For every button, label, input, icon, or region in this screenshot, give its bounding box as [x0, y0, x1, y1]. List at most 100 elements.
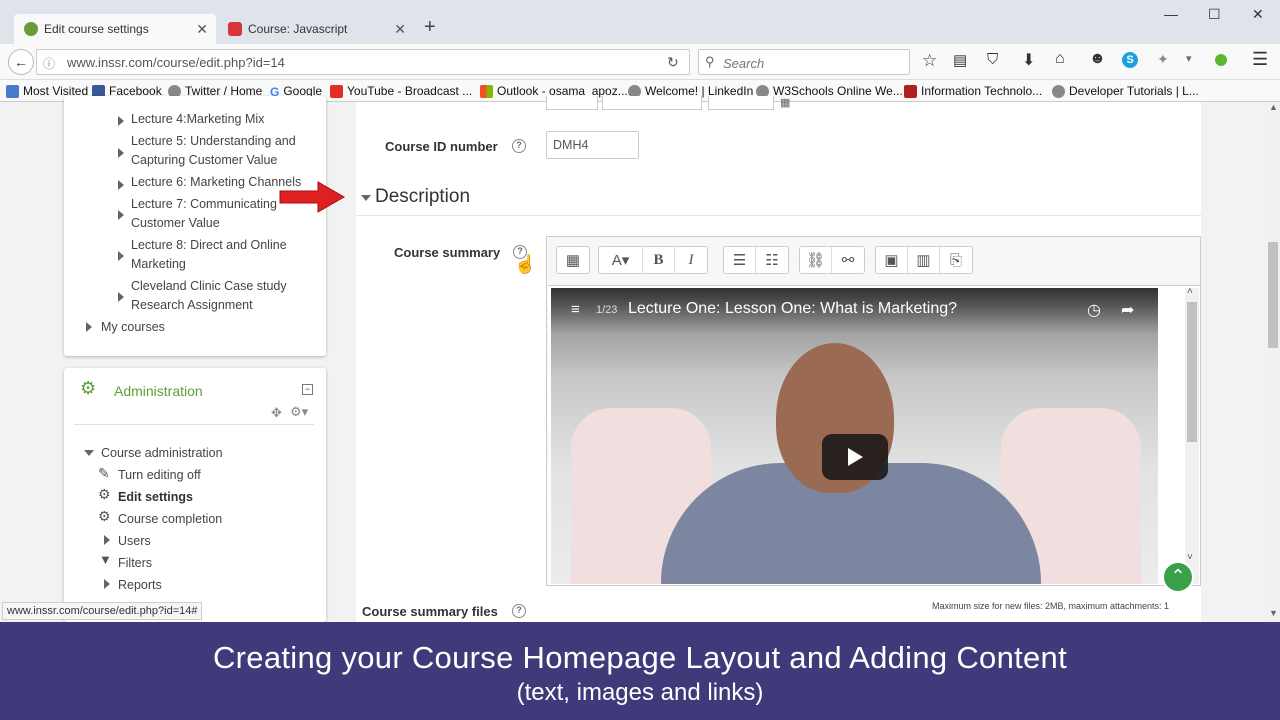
chat-icon[interactable]: ☻: [1089, 50, 1106, 68]
pocket-icon[interactable]: ⛉: [987, 51, 998, 68]
expand-icon[interactable]: [86, 322, 92, 332]
expand-icon[interactable]: [118, 180, 124, 190]
bookmark-w3schools[interactable]: W3Schools Online We...: [756, 84, 903, 98]
text-format-group: A▾ B I: [598, 246, 708, 274]
tab-course-javascript[interactable]: Course: Javascript ✕: [218, 14, 414, 44]
italic-icon[interactable]: I: [675, 247, 707, 273]
share-icon[interactable]: ➦: [1121, 300, 1134, 320]
users-link[interactable]: Users: [118, 532, 151, 551]
scroll-up-icon[interactable]: ▲: [1269, 102, 1278, 112]
home-icon[interactable]: ⌂: [1055, 50, 1065, 68]
paragraph-style-icon[interactable]: A▾: [599, 247, 643, 273]
url-bar[interactable]: ⓘ www.inssr.com/course/edit.php?id=14 ↻: [36, 49, 690, 75]
maximize-icon[interactable]: ☐: [1208, 6, 1221, 23]
edit-settings-link[interactable]: Edit settings: [118, 488, 193, 507]
settings-menu-icon[interactable]: ⚙▾: [290, 404, 308, 420]
scroll-up-icon[interactable]: ˄: [1187, 286, 1193, 297]
new-tab-button[interactable]: +: [424, 16, 436, 39]
lecture-link[interactable]: Lecture 7: Communicating Customer Value: [131, 195, 281, 233]
scrollbar-thumb[interactable]: [1268, 242, 1278, 348]
bookmark-star-icon[interactable]: ☆: [922, 51, 937, 71]
expand-icon[interactable]: [118, 210, 124, 220]
close-window-icon[interactable]: ✕: [1252, 6, 1264, 23]
red-arrow-icon: [279, 181, 346, 213]
turn-editing-off-link[interactable]: Turn editing off: [118, 466, 201, 485]
youtube-icon: [330, 84, 343, 98]
collapse-section-icon[interactable]: [361, 195, 371, 201]
embedded-video[interactable]: ≡ 1/23 Lecture One: Lesson One: What is …: [551, 288, 1158, 584]
description-header[interactable]: Description: [375, 186, 470, 208]
collapse-icon[interactable]: [84, 450, 94, 456]
expand-icon[interactable]: [118, 292, 124, 302]
bullet-list-icon[interactable]: ☰: [724, 247, 756, 273]
course-administration-link[interactable]: Course administration: [101, 444, 223, 463]
help-icon[interactable]: ?: [512, 604, 526, 618]
tab-bar: Edit course settings ✕ Course: Javascrip…: [0, 0, 1280, 44]
back-to-top-icon[interactable]: ⌃: [1162, 561, 1194, 593]
reading-list-icon[interactable]: ▤: [953, 51, 967, 69]
close-tab-icon[interactable]: ✕: [394, 21, 406, 38]
media-icon[interactable]: ▥: [908, 247, 940, 273]
play-button[interactable]: [822, 434, 888, 480]
expand-icon[interactable]: [104, 579, 110, 589]
manage-files-icon[interactable]: ⎘: [940, 247, 972, 273]
reports-link[interactable]: Reports: [118, 576, 162, 595]
scroll-down-icon[interactable]: ▼: [1269, 608, 1278, 618]
bookmark-developer-tutorials[interactable]: Developer Tutorials | L...: [1052, 84, 1199, 98]
tab-edit-course-settings[interactable]: Edit course settings ✕: [14, 14, 216, 44]
playlist-icon[interactable]: ≡: [571, 301, 580, 318]
link-icon[interactable]: ⛓: [800, 247, 832, 273]
watch-later-icon[interactable]: ◷: [1087, 300, 1101, 320]
toolbar-toggle-icon[interactable]: ▦: [557, 247, 589, 273]
start-day-select[interactable]: [546, 96, 598, 110]
help-icon[interactable]: ?: [512, 139, 526, 153]
bookmark-youtube[interactable]: YouTube - Broadcast ...: [330, 84, 472, 98]
page-scrollbar[interactable]: ▲ ▼: [1266, 102, 1280, 622]
gears-icon: ⚙: [80, 378, 97, 398]
lecture-link[interactable]: Lecture 5: Understanding and Capturing C…: [131, 132, 321, 170]
extension-icon[interactable]: ✦: [1157, 51, 1169, 68]
course-id-label: Course ID number: [385, 139, 498, 154]
toolbar-toggle-group: ▦: [556, 246, 590, 274]
chevron-down-icon[interactable]: ▾: [1186, 52, 1192, 65]
info-icon[interactable]: ⓘ: [43, 55, 55, 72]
numbered-list-icon[interactable]: ☷: [756, 247, 788, 273]
unlink-icon[interactable]: ⚯: [832, 247, 864, 273]
expand-icon[interactable]: [104, 535, 110, 545]
minimize-icon[interactable]: —: [1164, 6, 1178, 22]
expand-icon[interactable]: [118, 116, 124, 126]
expand-icon[interactable]: [118, 251, 124, 261]
pencil-icon: ✎: [98, 465, 110, 481]
course-completion-link[interactable]: Course completion: [118, 510, 222, 529]
scrollbar-thumb[interactable]: [1187, 302, 1197, 442]
editor-scrollbar[interactable]: ˄ ˅: [1185, 286, 1199, 584]
status-green-icon[interactable]: [1215, 54, 1227, 66]
scroll-down-icon[interactable]: ˅: [1187, 552, 1193, 563]
back-button[interactable]: ←: [8, 49, 34, 75]
close-tab-icon[interactable]: ✕: [196, 21, 208, 38]
image-icon[interactable]: ▣: [876, 247, 908, 273]
search-input[interactable]: ⚲ Search: [698, 49, 910, 75]
lecture-link[interactable]: Cleveland Clinic Case study Research Ass…: [131, 277, 291, 315]
lecture-link[interactable]: Lecture 8: Direct and Online Marketing: [131, 236, 291, 274]
reload-icon[interactable]: ↻: [667, 54, 679, 71]
lecture-link[interactable]: Lecture 4:Marketing Mix: [131, 110, 321, 129]
course-id-input[interactable]: DMH4: [546, 131, 639, 159]
expand-icon[interactable]: [118, 148, 124, 158]
menu-hamburger-icon[interactable]: ☰: [1252, 49, 1268, 70]
filters-link[interactable]: Filters: [118, 554, 152, 573]
my-courses-link[interactable]: My courses: [101, 318, 165, 337]
bookmark-information-technology[interactable]: Information Technolo...: [904, 84, 1042, 98]
skype-icon[interactable]: S: [1122, 52, 1138, 68]
move-icon[interactable]: ✥: [271, 405, 282, 421]
start-month-select[interactable]: [602, 96, 702, 110]
video-title[interactable]: Lecture One: Lesson One: What is Marketi…: [628, 300, 957, 318]
moodle-favicon-icon: [24, 22, 38, 36]
divider: [74, 424, 314, 425]
bold-icon[interactable]: B: [643, 247, 675, 273]
cog-icon: ⚙: [98, 486, 111, 502]
collapse-block-icon[interactable]: −: [302, 384, 313, 395]
calendar-icon[interactable]: ▦: [780, 96, 790, 109]
download-icon[interactable]: ⬇: [1022, 50, 1035, 70]
start-year-select[interactable]: [708, 96, 774, 110]
